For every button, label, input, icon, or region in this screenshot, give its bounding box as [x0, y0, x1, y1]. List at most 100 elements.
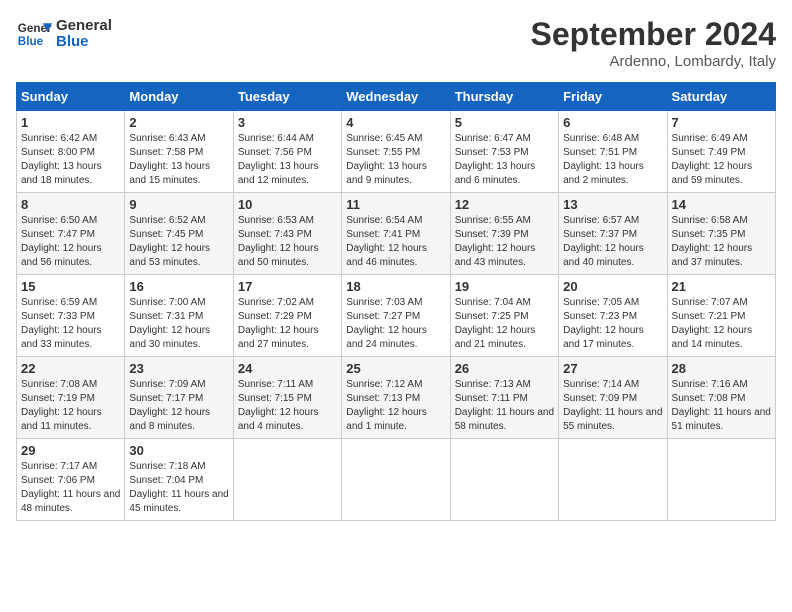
calendar-cell: 15 Sunrise: 6:59 AMSunset: 7:33 PMDaylig…	[17, 275, 125, 357]
calendar-cell: 6 Sunrise: 6:48 AMSunset: 7:51 PMDayligh…	[559, 111, 667, 193]
day-info: Sunrise: 6:59 AMSunset: 7:33 PMDaylight:…	[21, 297, 102, 350]
calendar-cell: 16 Sunrise: 7:00 AMSunset: 7:31 PMDaylig…	[125, 275, 233, 357]
day-info: Sunrise: 7:14 AMSunset: 7:09 PMDaylight:…	[563, 379, 662, 432]
weekday-header-friday: Friday	[559, 83, 667, 111]
day-info: Sunrise: 7:13 AMSunset: 7:11 PMDaylight:…	[455, 379, 554, 432]
calendar-table: SundayMondayTuesdayWednesdayThursdayFrid…	[16, 82, 776, 521]
week-row-3: 15 Sunrise: 6:59 AMSunset: 7:33 PMDaylig…	[17, 275, 776, 357]
day-number: 23	[129, 361, 228, 376]
day-info: Sunrise: 6:54 AMSunset: 7:41 PMDaylight:…	[346, 215, 427, 268]
logo-general: General	[56, 18, 112, 35]
day-number: 14	[672, 197, 771, 212]
day-info: Sunrise: 7:12 AMSunset: 7:13 PMDaylight:…	[346, 379, 427, 432]
week-row-2: 8 Sunrise: 6:50 AMSunset: 7:47 PMDayligh…	[17, 193, 776, 275]
weekday-header-monday: Monday	[125, 83, 233, 111]
day-number: 16	[129, 279, 228, 294]
day-number: 3	[238, 115, 337, 130]
day-number: 11	[346, 197, 445, 212]
calendar-cell: 5 Sunrise: 6:47 AMSunset: 7:53 PMDayligh…	[450, 111, 558, 193]
day-info: Sunrise: 7:17 AMSunset: 7:06 PMDaylight:…	[21, 461, 120, 514]
day-number: 4	[346, 115, 445, 130]
day-info: Sunrise: 6:57 AMSunset: 7:37 PMDaylight:…	[563, 215, 644, 268]
day-number: 13	[563, 197, 662, 212]
logo: General Blue General Blue	[16, 16, 112, 52]
calendar-cell: 22 Sunrise: 7:08 AMSunset: 7:19 PMDaylig…	[17, 357, 125, 439]
day-info: Sunrise: 6:58 AMSunset: 7:35 PMDaylight:…	[672, 215, 753, 268]
day-info: Sunrise: 7:18 AMSunset: 7:04 PMDaylight:…	[129, 461, 228, 514]
day-info: Sunrise: 7:00 AMSunset: 7:31 PMDaylight:…	[129, 297, 210, 350]
day-info: Sunrise: 7:05 AMSunset: 7:23 PMDaylight:…	[563, 297, 644, 350]
day-number: 8	[21, 197, 120, 212]
calendar-cell: 26 Sunrise: 7:13 AMSunset: 7:11 PMDaylig…	[450, 357, 558, 439]
day-info: Sunrise: 7:07 AMSunset: 7:21 PMDaylight:…	[672, 297, 753, 350]
day-info: Sunrise: 6:47 AMSunset: 7:53 PMDaylight:…	[455, 133, 536, 186]
calendar-cell: 19 Sunrise: 7:04 AMSunset: 7:25 PMDaylig…	[450, 275, 558, 357]
title-block: September 2024 Ardenno, Lombardy, Italy	[531, 16, 776, 70]
day-number: 12	[455, 197, 554, 212]
calendar-cell: 25 Sunrise: 7:12 AMSunset: 7:13 PMDaylig…	[342, 357, 450, 439]
day-number: 25	[346, 361, 445, 376]
calendar-cell: 21 Sunrise: 7:07 AMSunset: 7:21 PMDaylig…	[667, 275, 775, 357]
day-info: Sunrise: 6:45 AMSunset: 7:55 PMDaylight:…	[346, 133, 427, 186]
weekday-header-sunday: Sunday	[17, 83, 125, 111]
calendar-cell	[450, 439, 558, 521]
day-info: Sunrise: 6:43 AMSunset: 7:58 PMDaylight:…	[129, 133, 210, 186]
day-number: 6	[563, 115, 662, 130]
calendar-cell: 12 Sunrise: 6:55 AMSunset: 7:39 PMDaylig…	[450, 193, 558, 275]
day-number: 20	[563, 279, 662, 294]
day-number: 30	[129, 443, 228, 458]
day-info: Sunrise: 7:09 AMSunset: 7:17 PMDaylight:…	[129, 379, 210, 432]
calendar-cell: 28 Sunrise: 7:16 AMSunset: 7:08 PMDaylig…	[667, 357, 775, 439]
calendar-cell	[559, 439, 667, 521]
day-info: Sunrise: 7:16 AMSunset: 7:08 PMDaylight:…	[672, 379, 771, 432]
logo-blue: Blue	[56, 34, 112, 51]
day-number: 27	[563, 361, 662, 376]
week-row-1: 1 Sunrise: 6:42 AMSunset: 8:00 PMDayligh…	[17, 111, 776, 193]
calendar-cell: 8 Sunrise: 6:50 AMSunset: 7:47 PMDayligh…	[17, 193, 125, 275]
day-number: 1	[21, 115, 120, 130]
weekday-header-row: SundayMondayTuesdayWednesdayThursdayFrid…	[17, 83, 776, 111]
day-number: 19	[455, 279, 554, 294]
calendar-cell: 24 Sunrise: 7:11 AMSunset: 7:15 PMDaylig…	[233, 357, 341, 439]
day-info: Sunrise: 6:48 AMSunset: 7:51 PMDaylight:…	[563, 133, 644, 186]
day-info: Sunrise: 7:11 AMSunset: 7:15 PMDaylight:…	[238, 379, 319, 432]
calendar-cell: 10 Sunrise: 6:53 AMSunset: 7:43 PMDaylig…	[233, 193, 341, 275]
calendar-cell: 30 Sunrise: 7:18 AMSunset: 7:04 PMDaylig…	[125, 439, 233, 521]
weekday-header-saturday: Saturday	[667, 83, 775, 111]
calendar-cell: 20 Sunrise: 7:05 AMSunset: 7:23 PMDaylig…	[559, 275, 667, 357]
weekday-header-thursday: Thursday	[450, 83, 558, 111]
day-number: 22	[21, 361, 120, 376]
day-number: 18	[346, 279, 445, 294]
calendar-cell	[342, 439, 450, 521]
calendar-cell	[667, 439, 775, 521]
calendar-cell: 27 Sunrise: 7:14 AMSunset: 7:09 PMDaylig…	[559, 357, 667, 439]
calendar-cell: 11 Sunrise: 6:54 AMSunset: 7:41 PMDaylig…	[342, 193, 450, 275]
day-number: 7	[672, 115, 771, 130]
location-subtitle: Ardenno, Lombardy, Italy	[531, 53, 776, 70]
calendar-cell	[233, 439, 341, 521]
day-info: Sunrise: 6:55 AMSunset: 7:39 PMDaylight:…	[455, 215, 536, 268]
calendar-cell: 9 Sunrise: 6:52 AMSunset: 7:45 PMDayligh…	[125, 193, 233, 275]
day-info: Sunrise: 6:52 AMSunset: 7:45 PMDaylight:…	[129, 215, 210, 268]
day-info: Sunrise: 7:08 AMSunset: 7:19 PMDaylight:…	[21, 379, 102, 432]
calendar-cell: 18 Sunrise: 7:03 AMSunset: 7:27 PMDaylig…	[342, 275, 450, 357]
calendar-cell: 4 Sunrise: 6:45 AMSunset: 7:55 PMDayligh…	[342, 111, 450, 193]
day-info: Sunrise: 6:50 AMSunset: 7:47 PMDaylight:…	[21, 215, 102, 268]
calendar-cell: 7 Sunrise: 6:49 AMSunset: 7:49 PMDayligh…	[667, 111, 775, 193]
week-row-5: 29 Sunrise: 7:17 AMSunset: 7:06 PMDaylig…	[17, 439, 776, 521]
day-info: Sunrise: 6:44 AMSunset: 7:56 PMDaylight:…	[238, 133, 319, 186]
day-info: Sunrise: 7:02 AMSunset: 7:29 PMDaylight:…	[238, 297, 319, 350]
day-number: 15	[21, 279, 120, 294]
day-info: Sunrise: 6:42 AMSunset: 8:00 PMDaylight:…	[21, 133, 102, 186]
calendar-cell: 1 Sunrise: 6:42 AMSunset: 8:00 PMDayligh…	[17, 111, 125, 193]
calendar-cell: 23 Sunrise: 7:09 AMSunset: 7:17 PMDaylig…	[125, 357, 233, 439]
day-info: Sunrise: 7:04 AMSunset: 7:25 PMDaylight:…	[455, 297, 536, 350]
calendar-cell: 3 Sunrise: 6:44 AMSunset: 7:56 PMDayligh…	[233, 111, 341, 193]
day-number: 17	[238, 279, 337, 294]
day-number: 29	[21, 443, 120, 458]
logo-icon: General Blue	[16, 16, 52, 52]
day-number: 10	[238, 197, 337, 212]
calendar-cell: 29 Sunrise: 7:17 AMSunset: 7:06 PMDaylig…	[17, 439, 125, 521]
day-number: 21	[672, 279, 771, 294]
day-info: Sunrise: 6:49 AMSunset: 7:49 PMDaylight:…	[672, 133, 753, 186]
